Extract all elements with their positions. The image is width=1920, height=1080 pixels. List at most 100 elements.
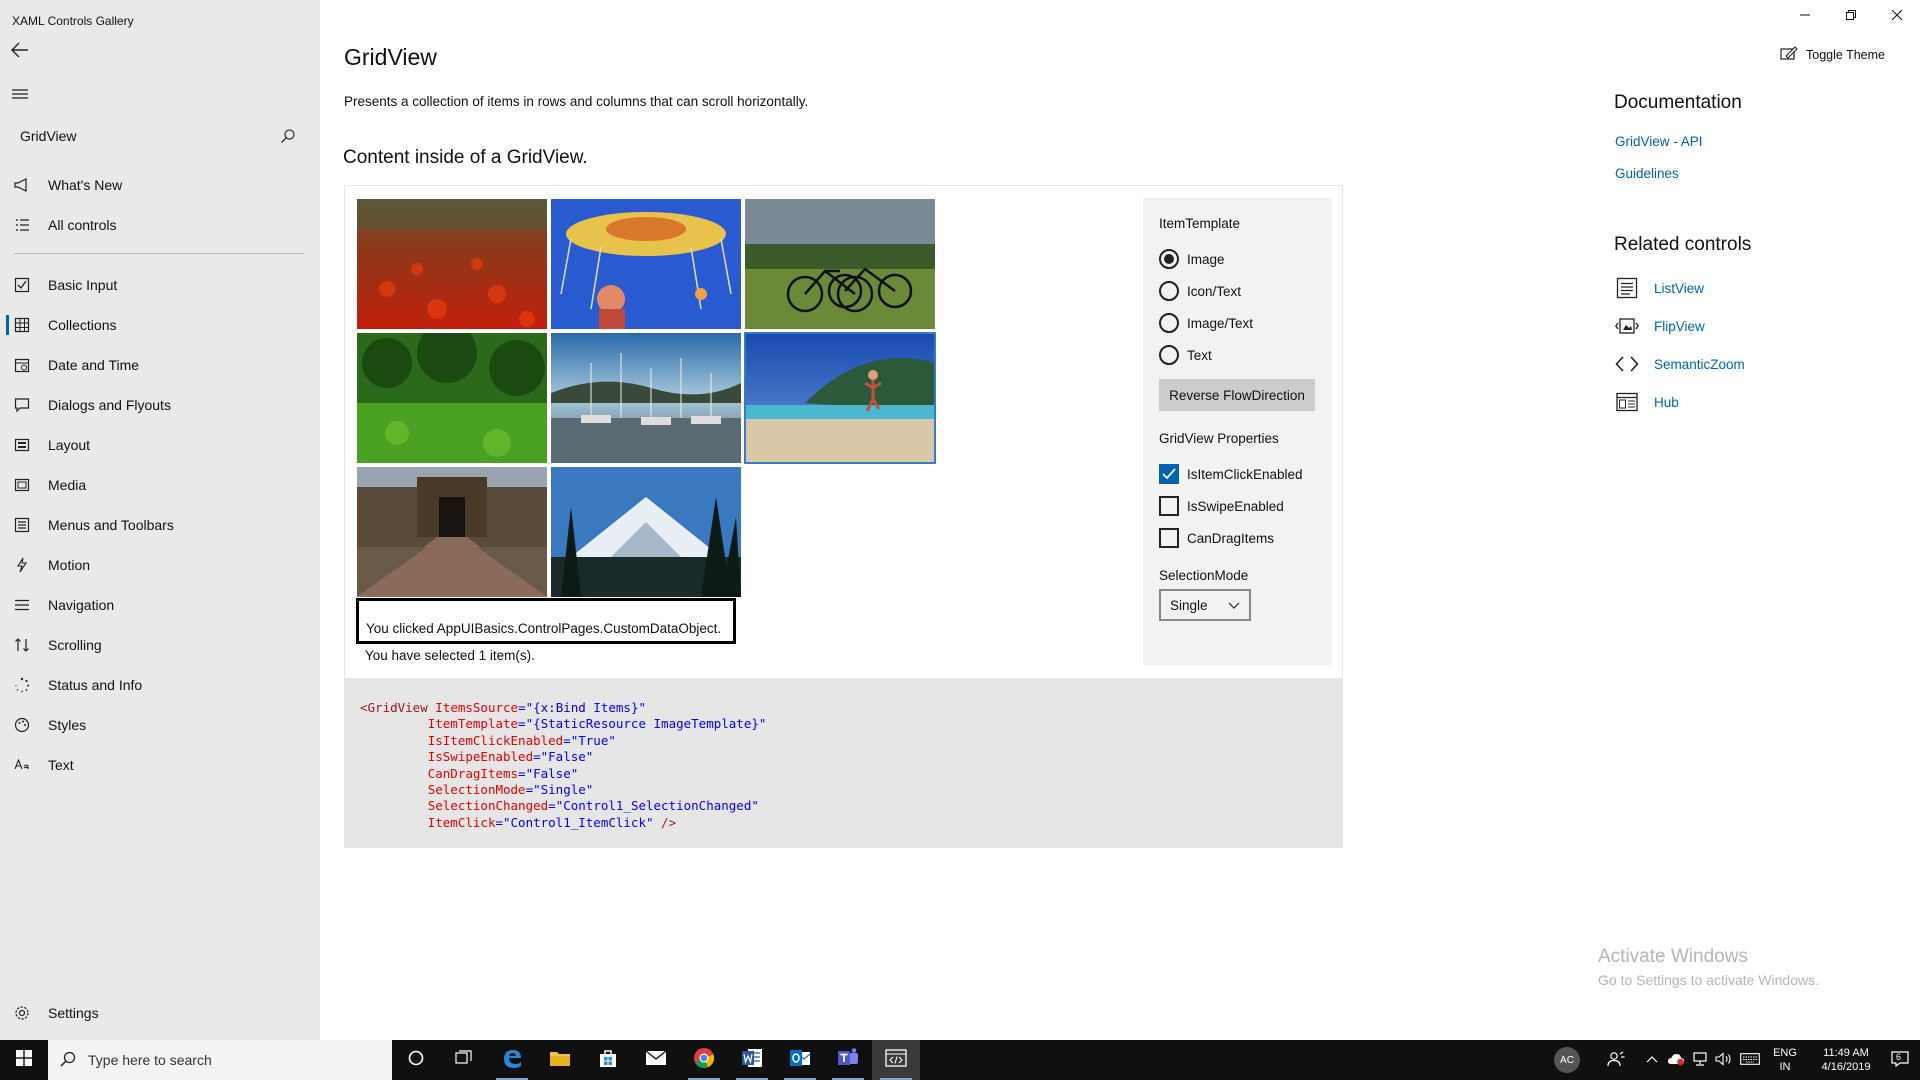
checkbox-isswipeenabled[interactable]: IsSwipeEnabled [1159,490,1316,522]
avatar-initials: AC [1554,1047,1580,1073]
options-panel: ItemTemplate Image Icon/Text Image/Text … [1143,198,1332,665]
nav-item-all-controls[interactable]: All controls [0,205,320,245]
radio-image[interactable]: Image [1159,243,1316,275]
checkbox-label: IsSwipeEnabled [1187,498,1284,514]
code-line: IsSwipeEnabled="False" [360,749,1327,765]
link-guidelines[interactable]: Guidelines [1615,166,1679,181]
outlook-button[interactable] [776,1040,824,1080]
related-semanticzoom[interactable]: SemanticZoom [1614,352,1745,376]
nav-item-scrolling[interactable]: Scrolling [0,625,320,665]
taskbar-search-box[interactable]: Type here to search [48,1040,392,1080]
code-line: SelectionMode="Single" [360,782,1327,798]
related-listview[interactable]: ListView [1614,276,1704,300]
checkbox-box [1159,464,1179,484]
grid-item-red-leaves[interactable] [357,199,547,329]
file-explorer-button[interactable] [536,1040,584,1080]
minimize-button[interactable] [1782,0,1828,32]
back-button[interactable] [6,38,34,66]
nav-item-text[interactable]: Text [0,745,320,785]
radio-text[interactable]: Text [1159,339,1316,371]
nav-item-dialogs-and-flyouts[interactable]: Dialogs and Flyouts [0,385,320,425]
chrome-icon [693,1047,715,1074]
nav-item-whats-new[interactable]: What's New [0,165,320,205]
nav-item-collections[interactable]: Collections [0,305,320,345]
close-button[interactable] [1874,0,1920,32]
onedrive-tray-button[interactable] [1664,1040,1688,1080]
grid-item-green-forest[interactable] [357,333,547,463]
xaml-gallery-taskbar-button[interactable] [872,1040,920,1080]
mail-button[interactable] [632,1040,680,1080]
hub-icon [1614,390,1640,414]
show-hidden-icons-button[interactable] [1640,1040,1664,1080]
code-line: ItemClick="Control1_ItemClick" /> [360,815,1327,831]
code-token: "Single" [533,782,594,798]
related-label: FlipView [1654,318,1705,334]
touch-keyboard-button[interactable] [1736,1040,1764,1080]
status-icon [10,677,34,693]
network-tray-button[interactable] [1688,1040,1712,1080]
checkbox-isitemclickenabled[interactable]: IsItemClickEnabled [1159,458,1316,490]
search-input[interactable]: GridView [12,120,302,152]
link-gridview-api[interactable]: GridView - API [1615,134,1703,149]
clock-button[interactable]: 11:49 AM 4/16/2019 [1808,1040,1884,1080]
radio-image-text[interactable]: Image/Text [1159,307,1316,339]
nav-item-settings[interactable]: Settings [0,993,320,1033]
grid-item-harbor-boats[interactable] [551,333,741,463]
related-hub[interactable]: Hub [1614,390,1679,414]
people-button[interactable] [1598,1040,1634,1080]
listview-icon [1614,276,1640,300]
grid-icon [10,317,34,333]
nav-item-motion[interactable]: Motion [0,545,320,585]
grid-item-swing-carousel[interactable] [551,199,741,329]
nav-item-status-and-info[interactable]: Status and Info [0,665,320,705]
code-token: SelectionChanged [427,798,549,814]
mail-icon [645,1049,667,1071]
grid-item-beach-runner[interactable] [744,332,936,464]
xaml-code-block: <GridView ItemsSource="{x:Bind Items}" I… [345,678,1342,848]
toggle-theme-label: Toggle Theme [1806,47,1885,62]
grid-item-bicycles[interactable] [745,199,935,329]
grid-item-snowy-mountain[interactable] [551,467,741,597]
account-avatar[interactable]: AC [1550,1040,1584,1080]
nav-item-layout[interactable]: Layout [0,425,320,465]
nav-item-media[interactable]: Media [0,465,320,505]
search-icon[interactable] [280,128,296,147]
nav-item-menus-and-toolbars[interactable]: Menus and Toolbars [0,505,320,545]
teams-button[interactable] [824,1040,872,1080]
radio-circle [1159,249,1179,269]
task-view-button[interactable] [440,1040,488,1080]
action-center-button[interactable]: 6 [1880,1040,1920,1080]
word-button[interactable] [728,1040,776,1080]
cortana-button[interactable] [392,1040,440,1080]
code-token: = [518,700,526,715]
notification-icon: 6 [1891,1050,1909,1070]
theme-icon [1780,46,1806,63]
nav-item-basic-input[interactable]: Basic Input [0,265,320,305]
grid-item-fort-gate[interactable] [357,467,547,597]
nav-item-navigation[interactable]: Navigation [0,585,320,625]
toggle-theme-button[interactable]: Toggle Theme [1780,46,1885,63]
hamburger-menu-button[interactable] [6,82,34,110]
store-button[interactable] [584,1040,632,1080]
restore-icon [1846,7,1856,25]
nav-item-date-and-time[interactable]: Date and Time [0,345,320,385]
chrome-button[interactable] [680,1040,728,1080]
edge-button[interactable] [488,1040,536,1080]
reverse-flowdirection-button[interactable]: Reverse FlowDirection [1159,379,1315,411]
selection-mode-combobox[interactable]: Single [1159,589,1251,621]
combobox-value: Single [1170,597,1208,613]
checkbox-candragitems[interactable]: CanDragItems [1159,522,1316,554]
start-button[interactable] [0,1040,48,1080]
code-token: "False" [540,749,594,765]
radio-icon-text[interactable]: Icon/Text [1159,275,1316,307]
restore-button[interactable] [1828,0,1874,32]
code-token: "Control1_ItemClick" [503,814,654,830]
radio-dot [1164,254,1174,264]
related-label: SemanticZoom [1654,356,1745,372]
related-flipview[interactable]: FlipView [1614,314,1705,338]
watermark-line2: Go to Settings to activate Windows. [1598,972,1819,988]
volume-tray-button[interactable] [1712,1040,1736,1080]
nav-item-styles[interactable]: Styles [0,705,320,745]
input-language-button[interactable]: ENG IN [1768,1040,1802,1080]
code-token: "False" [525,765,579,781]
